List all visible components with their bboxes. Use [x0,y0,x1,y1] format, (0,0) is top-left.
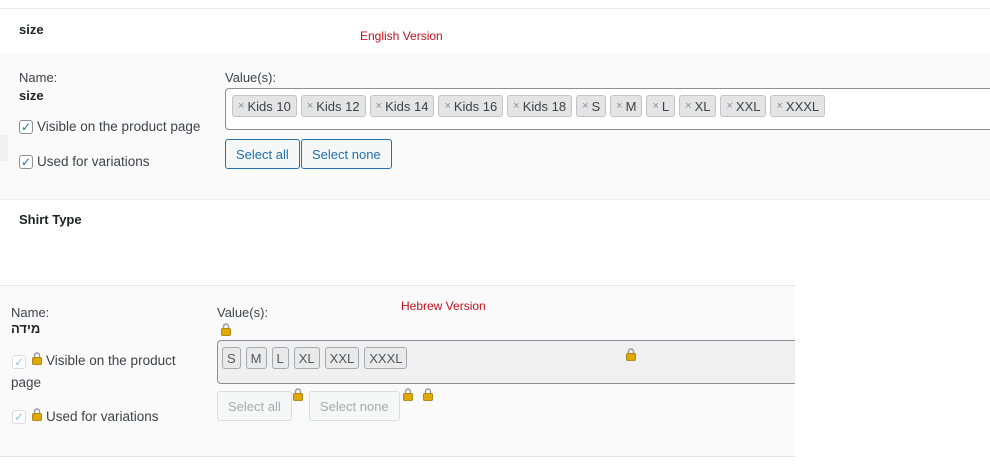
remove-x-icon[interactable]: × [726,100,732,112]
select-none-button[interactable]: Select none [301,139,392,169]
name-value: מידה [11,321,41,336]
values-multiselect-locked: S M L XL XXL XXXL [217,340,795,384]
values-multiselect[interactable]: × Kids 10 × Kids 12 × Kids 14 × Kids 16 × Kid… [225,88,990,130]
padlock-icon [403,388,413,401]
value-tag[interactable]: × XXL [720,95,767,117]
selected-tags: × Kids 10 × Kids 12 × Kids 14 × Kids 16 × Kid… [232,95,826,117]
remove-x-icon[interactable]: × [444,100,450,112]
remove-x-icon[interactable]: × [513,100,519,112]
value-tag[interactable]: × L [646,95,676,117]
values-label: Value(s): [217,305,269,320]
version-label-english: English Version [360,29,443,43]
visible-on-product-page-row[interactable]: ✓ Visible on the product page [19,119,200,134]
remove-x-icon[interactable]: × [238,100,244,112]
value-tag: L [271,347,289,369]
value-tag: M [245,347,267,369]
left-edge-strip [0,135,8,161]
used-for-variations-label: Used for variations [37,154,150,169]
checkmark-icon[interactable]: ✓ [12,410,26,424]
remove-x-icon[interactable]: × [652,100,658,112]
select-none-button-disabled: Select none [309,391,400,421]
padlock-icon [32,352,42,365]
value-tag[interactable]: × Kids 12 [300,95,366,117]
remove-x-icon[interactable]: × [685,100,691,112]
value-tag: XXL [324,347,360,369]
values-label: Value(s): [225,70,277,85]
name-label: Name: [11,305,50,320]
value-tag[interactable]: × XXXL [770,95,826,117]
remove-x-icon[interactable]: × [582,100,588,112]
remove-x-icon[interactable]: × [776,100,782,112]
padlock-icon [221,323,231,336]
version-label-hebrew: Hebrew Version [401,299,486,313]
attribute-title: size [19,22,44,37]
value-tag[interactable]: × XL [679,95,717,117]
remove-x-icon[interactable]: × [616,100,622,112]
value-tag[interactable]: × M [610,95,643,117]
select-all-button-disabled: Select all [217,391,292,421]
selected-tags: S M L XL XXL XXXL [222,347,408,369]
used-for-variations-row[interactable]: ✓ Used for variations [19,154,150,169]
checkmark-icon[interactable]: ✓ [19,119,33,134]
value-tag[interactable]: × Kids 14 [369,95,435,117]
padlock-icon [423,388,433,401]
remove-x-icon[interactable]: × [376,100,382,112]
visible-on-product-page-label-line2: page [11,375,42,390]
value-tag[interactable]: × Kids 10 [232,95,297,117]
visible-on-product-page-label-line1: Visible on the product [46,353,176,368]
hebrew-attribute-panel: Name: מידה Value(s): Hebrew Version ✓ Vi… [0,285,795,457]
used-for-variations-label: Used for variations [46,409,159,424]
padlock-icon [293,388,303,401]
remove-x-icon[interactable]: × [307,100,313,112]
padlock-icon [32,408,42,421]
name-label: Name: [19,70,58,85]
value-tag[interactable]: × Kids 16 [438,95,504,117]
checkmark-icon[interactable]: ✓ [12,355,26,369]
name-value: size [19,88,44,103]
value-tag[interactable]: × Kids 18 [507,95,573,117]
value-tag: XXXL [364,347,408,369]
select-all-button[interactable]: Select all [225,139,300,169]
english-attribute-panel: size English Version Name: size ✓ Visibl… [0,0,990,227]
value-tag: S [222,347,241,369]
attribute-header[interactable]: size [0,8,990,54]
padlock-icon [626,348,636,361]
value-tag[interactable]: × S [576,95,607,117]
visible-on-product-page-label: Visible on the product page [37,119,201,134]
value-tag: XL [293,347,320,369]
checkmark-icon[interactable]: ✓ [19,154,33,169]
next-attribute-title[interactable]: Shirt Type [19,212,82,227]
